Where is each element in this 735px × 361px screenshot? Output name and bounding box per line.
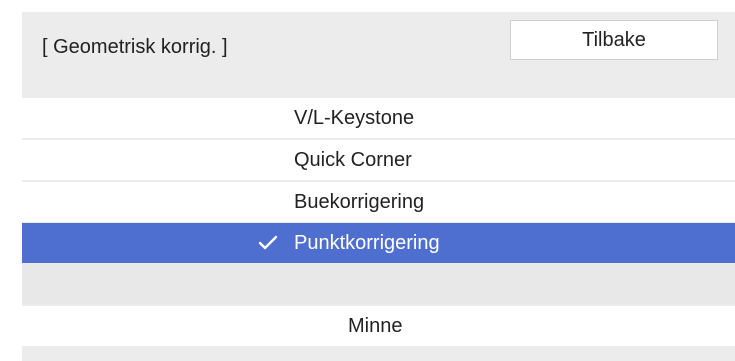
menu-item-buekorrigering[interactable]: Buekorrigering: [22, 182, 735, 222]
menu-item-label: Minne: [348, 315, 403, 337]
page-title: [ Geometrisk korrig. ]: [42, 36, 228, 58]
menu-item-label: Quick Corner: [294, 149, 412, 171]
panel-header: [ Geometrisk korrig. ] Tilbake: [22, 12, 735, 95]
back-button[interactable]: Tilbake: [510, 20, 718, 60]
empty-row: [22, 264, 735, 304]
menu-item-label: Punktkorrigering: [294, 232, 440, 254]
menu-item-quick-corner[interactable]: Quick Corner: [22, 140, 735, 180]
menu-item-minne[interactable]: Minne: [22, 306, 735, 346]
menu-item-label: V/L-Keystone: [294, 107, 415, 129]
menu-item-label: Buekorrigering: [294, 191, 425, 213]
menu-item-vl-keystone[interactable]: V/L-Keystone: [22, 98, 735, 138]
menu-item-punktkorrigering[interactable]: Punktkorrigering: [22, 223, 735, 263]
geometry-correction-panel: [ Geometrisk korrig. ] Tilbake V/L-Keyst…: [22, 12, 735, 361]
check-icon: [258, 235, 278, 250]
